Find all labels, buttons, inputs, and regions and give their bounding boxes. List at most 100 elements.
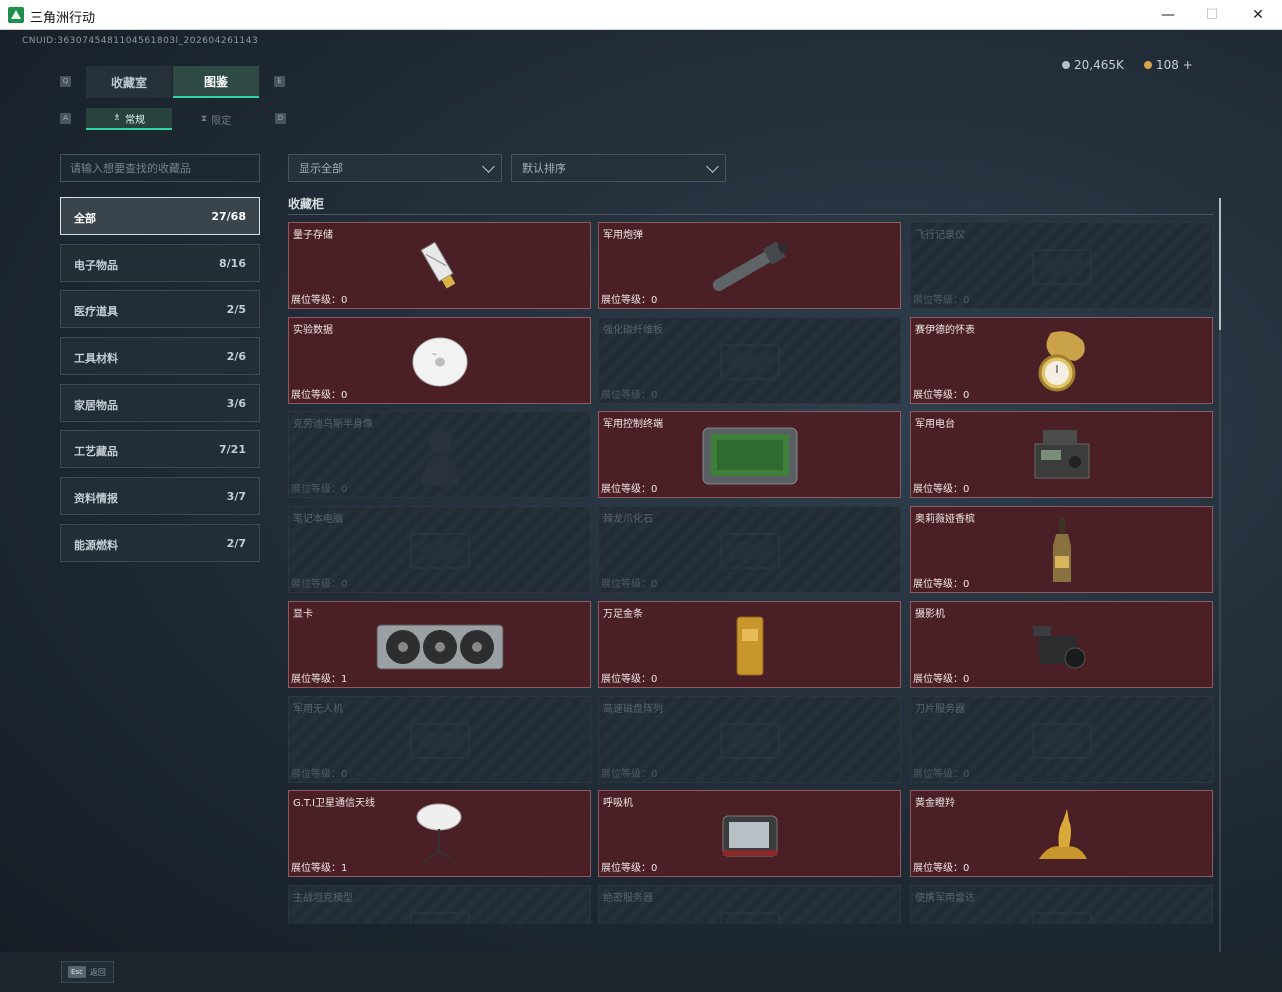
minimize-button[interactable]: — [1145, 0, 1191, 30]
display-level: 展位等级：0 [291, 768, 348, 780]
item-image [1031, 327, 1093, 401]
category-item[interactable]: 全部 27/68 [60, 197, 260, 235]
gold-currency[interactable]: 108 + [1144, 58, 1193, 72]
maximize-button[interactable]: ☐ [1189, 0, 1235, 30]
collection-card[interactable]: 主战坦克模型展位等级：0 [288, 884, 591, 924]
collection-card[interactable]: 强化碳纤维板 展位等级：0 [598, 316, 901, 404]
collection-card[interactable]: 便携军用雷达展位等级：0 [910, 884, 1213, 924]
category-item[interactable]: 电子物品 8/16 [60, 244, 260, 282]
window-titlebar: 三角洲行动 — ☐ ✕ [0, 0, 1282, 30]
close-button[interactable]: ✕ [1235, 0, 1281, 30]
sort-dropdown[interactable]: 默认排序 [511, 154, 726, 182]
item-image [405, 905, 475, 924]
item-name: 军用电台 [915, 419, 955, 431]
category-item[interactable]: 资料情报 3/7 [60, 477, 260, 515]
collection-card[interactable]: 奥莉薇娅香槟 展位等级：0 [910, 506, 1213, 594]
item-name: 便携军用雷达 [915, 892, 975, 904]
tab-catalog[interactable]: 图鉴 [173, 66, 259, 98]
tab-collection-room[interactable]: 收藏室 [86, 66, 172, 98]
collection-card[interactable]: G.T.I卫星通信天线 展位等级：1 [288, 790, 591, 878]
app-logo-icon [8, 7, 24, 23]
subtab-regular[interactable]: ♗ 常规 [86, 108, 172, 130]
category-label: 电子物品 [74, 259, 118, 272]
collection-card[interactable]: 摄影机 展位等级：0 [910, 600, 1213, 688]
display-level: 展位等级：0 [913, 673, 970, 685]
chevron-down-icon [706, 160, 719, 173]
grid-scroll-thumb[interactable] [1219, 198, 1221, 330]
display-level: 展位等级：0 [291, 389, 348, 401]
display-level: 展位等级：1 [291, 673, 348, 685]
category-label: 工艺藏品 [74, 445, 118, 458]
gold-coin-icon [1144, 61, 1152, 69]
category-item[interactable]: 工艺藏品 7/21 [60, 430, 260, 468]
subtab-limited[interactable]: ⧗ 限定 [173, 108, 259, 130]
category-item[interactable]: 工具材料 2/6 [60, 337, 260, 375]
display-level: 展位等级：0 [601, 673, 658, 685]
section-title: 收藏柜 [288, 197, 325, 211]
subtab-next-key[interactable]: D [275, 113, 286, 124]
display-level: 展位等级：0 [291, 579, 348, 591]
item-name: 万足金条 [603, 608, 643, 620]
collection-card[interactable]: 军用无人机展位等级：0 [288, 695, 591, 783]
category-count: 2/7 [226, 537, 246, 550]
item-image [715, 526, 785, 580]
category-count: 27/68 [211, 210, 246, 223]
collection-card[interactable]: 万足金条展位等级：0 [598, 600, 901, 688]
item-image [715, 905, 785, 924]
item-image [700, 236, 800, 302]
player-uid: CNUID:3630745481104561803l_202604261143 [22, 36, 259, 46]
collection-card[interactable]: 克劳迪乌斯半身像 展位等级：0 [288, 411, 591, 499]
collection-card[interactable]: 棘龙爪化石 展位等级：0 [598, 506, 901, 594]
item-name: 军用无人机 [293, 703, 343, 715]
item-image [415, 423, 465, 493]
category-item[interactable]: 家居物品 3/6 [60, 384, 260, 422]
item-name: 奥莉薇娅香槟 [915, 514, 975, 526]
item-image [715, 337, 785, 391]
silver-coin-icon [1062, 61, 1070, 69]
display-filter-dropdown[interactable]: 显示全部 [288, 154, 502, 182]
collection-card[interactable]: 赛伊德的怀表 展位等级：0 [910, 316, 1213, 404]
window-title: 三角洲行动 [30, 11, 96, 26]
category-item[interactable]: 医疗道具 2/5 [60, 290, 260, 328]
collection-card[interactable]: 高速磁盘阵列 展位等级：0 [598, 695, 901, 783]
category-label: 能源燃料 [74, 539, 118, 552]
display-level: 展位等级：0 [601, 579, 658, 591]
item-image [701, 426, 799, 490]
collection-card[interactable]: 飞行记录仪 展位等级：0 [910, 222, 1213, 309]
collection-card[interactable]: 军用电台 展位等级：0 [910, 411, 1213, 499]
category-label: 工具材料 [74, 352, 118, 365]
category-count: 2/6 [226, 350, 246, 363]
display-level: 展位等级：0 [601, 768, 658, 780]
item-image [375, 617, 505, 679]
chevron-down-icon [482, 160, 495, 173]
bottom-bar [0, 952, 1282, 992]
collection-card[interactable]: 黄金瞪羚 展位等级：0 [910, 790, 1213, 878]
search-input[interactable] [60, 154, 260, 182]
collection-card[interactable]: 刀片服务器 展位等级：0 [910, 695, 1213, 783]
item-name: 强化碳纤维板 [603, 324, 663, 336]
item-image: ~ [410, 335, 470, 393]
collection-card[interactable]: 显卡 展位等级：1 [288, 600, 591, 688]
display-level: 展位等级：0 [913, 389, 970, 401]
category-count: 3/6 [226, 397, 246, 410]
category-count: 3/7 [226, 490, 246, 503]
item-name: 笔记本电脑 [293, 514, 343, 526]
tab-next-key[interactable]: E [274, 76, 285, 87]
collection-card[interactable]: 军用炮弹 展位等级：0 [598, 222, 901, 309]
collection-card[interactable]: 军用控制终端 展位等级：0 [598, 411, 901, 499]
display-level: 展位等级：0 [913, 863, 970, 875]
back-button[interactable]: Esc 返回 [61, 961, 114, 983]
collection-card[interactable]: 呼吸机 展位等级：0 [598, 790, 901, 878]
tab-prev-key[interactable]: Q [60, 76, 71, 87]
collection-card[interactable]: 量子存储 展位等级：0 [288, 222, 591, 309]
display-level: 展位等级：0 [913, 579, 970, 591]
collection-card[interactable]: 实验数据 ~ 展位等级：0 [288, 316, 591, 404]
item-image [405, 526, 475, 580]
subtab-prev-key[interactable]: A [60, 113, 71, 124]
category-item[interactable]: 能源燃料 2/7 [60, 524, 260, 562]
collection-card[interactable]: 笔记本电脑展位等级：0 [288, 506, 591, 594]
item-image [719, 810, 781, 864]
collection-card[interactable]: 绝密服务器展位等级：0 [598, 884, 901, 924]
item-image [1029, 428, 1095, 488]
collection-screen: CNUID:3630745481104561803l_202604261143 … [0, 30, 1282, 992]
